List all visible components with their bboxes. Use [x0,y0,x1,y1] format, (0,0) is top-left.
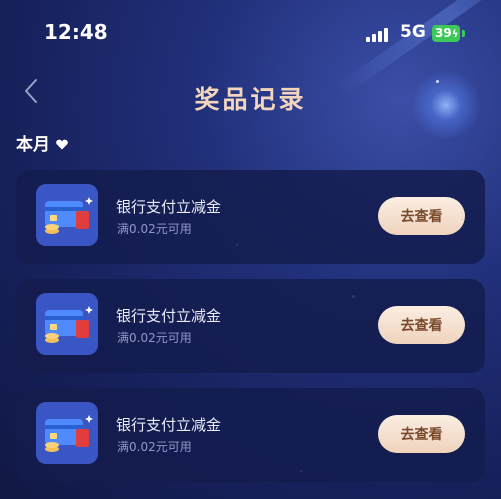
record-title: 银行支付立减金 [116,198,222,216]
heart-icon [56,135,68,155]
view-button[interactable]: 去查看 [378,415,465,453]
record-condition: 满0.02元可用 [117,440,192,454]
signal-icon [366,26,390,42]
record-condition: 满0.02元可用 [117,331,192,345]
view-button[interactable]: 去查看 [378,197,465,235]
page-title: 奖品记录 [194,85,307,114]
bank-card-icon [36,184,98,246]
status-time: 12:48 [44,20,108,44]
record-card: 银行支付立减金 满0.02元可用 去查看 [16,170,485,264]
bank-card-icon [36,402,98,464]
month-filter[interactable]: 本月 [16,130,68,155]
record-title: 银行支付立减金 [116,307,222,325]
prize-record-screen: 12:48 5G 39ϟ 奖品记录 本月 银行支付立减金 满0.02元可用 去查… [0,0,501,499]
record-title: 银行支付立减金 [116,416,222,434]
battery-level: 39 [435,26,452,40]
battery-icon: 39ϟ [432,25,460,42]
view-button[interactable]: 去查看 [378,306,465,344]
battery-tip [462,30,465,37]
record-card: 银行支付立减金 满0.02元可用 去查看 [16,388,485,482]
record-card: 银行支付立减金 满0.02元可用 去查看 [16,279,485,373]
network-type: 5G [400,22,426,42]
month-label: 本月 [16,135,50,155]
status-bar: 12:48 5G 39ϟ [0,0,501,60]
record-condition: 满0.02元可用 [117,222,192,236]
bank-card-icon [36,293,98,355]
